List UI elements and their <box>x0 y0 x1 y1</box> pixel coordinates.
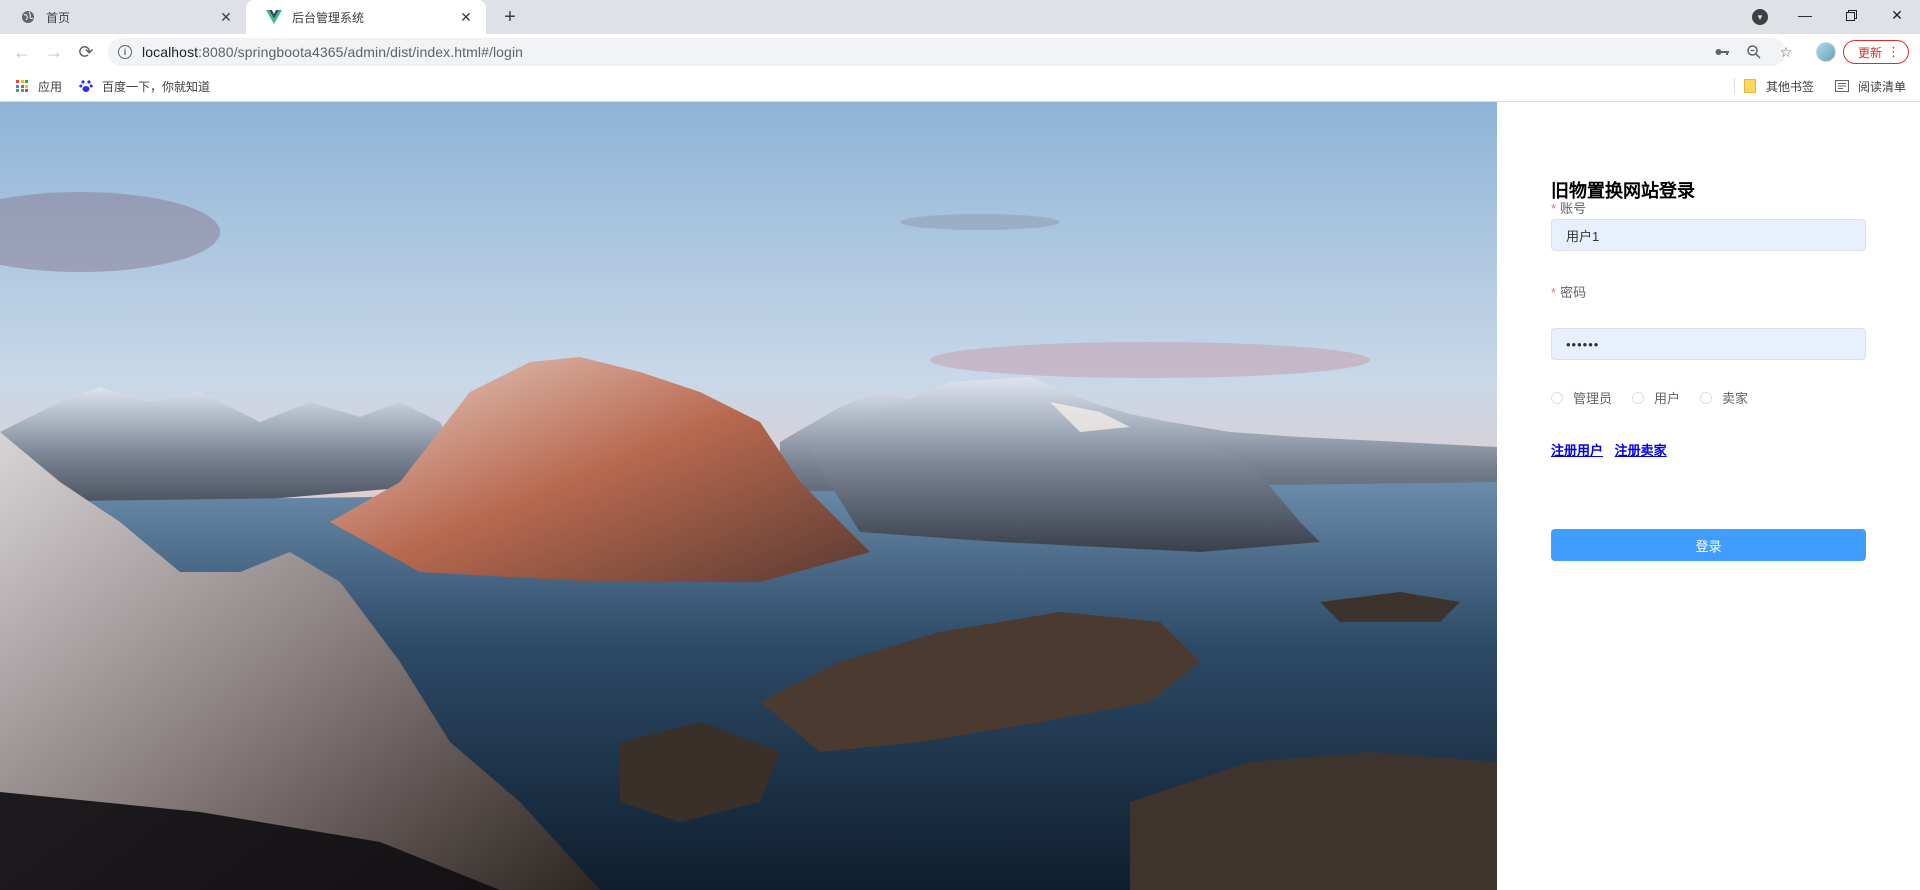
bookmark-baidu[interactable]: 百度一下，你就知道 <box>78 76 210 96</box>
login-panel: 旧物置换网站登录 * 账号 用户1 * 密码 •••••• 管理员 用户 卖家 注册… <box>1497 102 1920 890</box>
tab-close-icon[interactable]: ✕ <box>458 9 474 25</box>
address-bar[interactable]: i localhost:8080/springboota4365/admin/d… <box>108 38 1786 66</box>
bookmarks-bar: 应用 百度一下，你就知道 其他书签 阅读清单 <box>0 70 1920 102</box>
key-icon[interactable] <box>1714 44 1730 60</box>
background-landscape-image <box>0 102 1497 890</box>
back-arrow-icon[interactable]: ← <box>10 40 34 64</box>
window-close-icon[interactable]: ✕ <box>1874 0 1920 30</box>
bookmark-star-icon[interactable]: ☆ <box>1778 44 1794 60</box>
password-input[interactable]: •••••• <box>1551 328 1866 360</box>
new-tab-plus-icon[interactable]: + <box>498 5 522 29</box>
minimize-icon[interactable]: — <box>1782 0 1828 30</box>
reading-list-icon <box>1834 78 1850 94</box>
update-button[interactable]: 更新 ⋮ <box>1843 40 1909 64</box>
required-asterisk: * <box>1551 201 1557 216</box>
register-seller-link[interactable]: 注册卖家 <box>1615 443 1667 458</box>
bookmark-reading-list[interactable]: 阅读清单 <box>1834 76 1906 96</box>
role-radio-group: 管理员 用户 卖家 <box>1551 388 1768 407</box>
register-user-link[interactable]: 注册用户 <box>1551 443 1603 458</box>
reload-icon[interactable]: ⟳ <box>74 40 98 64</box>
folder-icon <box>1742 78 1758 94</box>
apps-grid-icon <box>14 78 30 94</box>
vue-logo-icon <box>266 9 282 25</box>
tab-home[interactable]: 首页 ✕ <box>0 0 246 34</box>
login-button[interactable]: 登录 <box>1551 529 1866 561</box>
password-label: * 密码 <box>1551 285 1587 300</box>
tab-strip: 首页 ✕ 后台管理系统 ✕ + ▾ — ✕ <box>0 0 1920 34</box>
account-input[interactable]: 用户1 <box>1551 219 1866 251</box>
browser-toolbar: ← → ⟳ i localhost:8080/springboota4365/a… <box>0 34 1920 70</box>
required-asterisk: * <box>1551 285 1557 300</box>
account-label: * 账号 <box>1551 201 1587 216</box>
radio-circle[interactable] <box>1632 391 1645 404</box>
baidu-paw-icon <box>78 78 94 94</box>
bookmark-apps[interactable]: 应用 <box>14 76 62 96</box>
site-info-icon[interactable]: i <box>118 45 132 59</box>
zoom-icon[interactable] <box>1746 44 1762 60</box>
radio-circle[interactable] <box>1700 391 1713 404</box>
forward-arrow-icon[interactable]: → <box>42 40 66 64</box>
restore-icon[interactable] <box>1828 0 1874 30</box>
register-links: 注册用户 注册卖家 <box>1551 440 1675 459</box>
tab-title: 首页 <box>46 10 71 25</box>
profile-avatar[interactable] <box>1816 42 1836 62</box>
role-radio-user[interactable]: 用户 <box>1632 388 1680 407</box>
page-content: 旧物置换网站登录 * 账号 用户1 * 密码 •••••• 管理员 用户 卖家 注册… <box>0 102 1920 890</box>
tab-close-icon[interactable]: ✕ <box>218 9 234 25</box>
url-text: localhost:8080/springboota4365/admin/dis… <box>142 44 524 60</box>
role-radio-seller[interactable]: 卖家 <box>1700 388 1748 407</box>
tab-admin[interactable]: 后台管理系统 ✕ <box>246 0 486 34</box>
tab-title: 后台管理系统 <box>292 10 365 25</box>
radio-circle[interactable] <box>1551 391 1563 404</box>
bookmark-other-folder[interactable]: 其他书签 <box>1742 76 1814 96</box>
menu-dots-icon: ⋮ <box>1887 44 1900 59</box>
role-radio-admin[interactable]: 管理员 <box>1551 388 1612 407</box>
globe-icon <box>20 9 36 25</box>
bookmark-separator <box>1734 78 1735 94</box>
tab-search-chevron-icon[interactable]: ▾ <box>1752 9 1768 25</box>
